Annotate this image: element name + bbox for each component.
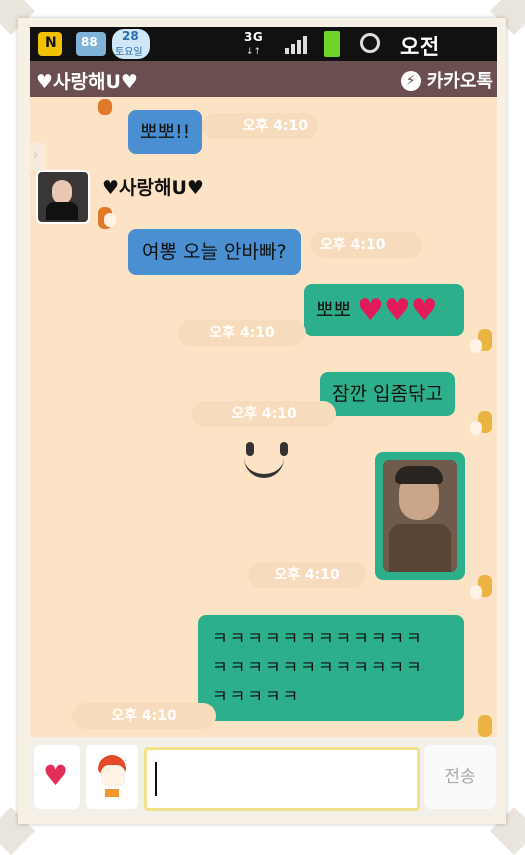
chat-room-title: ♥사랑해U♥ (36, 71, 138, 93)
my-emoticon-face (470, 585, 482, 599)
heart-emoji-icon: ♥♥♥ (357, 293, 438, 328)
my-emoticon-face (470, 421, 482, 435)
date-day: 28 (122, 29, 139, 43)
chat-area[interactable]: 뽀뽀!! 오후 4:10 › ♥사랑해U♥ 여뽕 오늘 안바빠? 오후 4:10… (30, 97, 497, 737)
message-time: 오후 4:10 (192, 401, 336, 427)
emoticon-bowtie-icon (105, 789, 119, 797)
battery-icon (324, 31, 340, 57)
message-bubble[interactable]: 뽀뽀!! (128, 110, 203, 154)
badge-88-label: 88 (81, 35, 98, 49)
message-text: 뽀뽀 (316, 299, 351, 321)
badge-88-icon: 88 (76, 32, 106, 56)
partner-emoticon-icon (98, 99, 112, 115)
side-drawer-tab[interactable]: › (30, 143, 46, 171)
emoticon-button[interactable] (86, 745, 138, 809)
status-bar: N 88 28 토요일 3G ↓↑ 오전 10:51 (30, 27, 497, 85)
alarm-clock-icon (360, 33, 380, 53)
heart-icon: ♥ (43, 759, 69, 792)
calendar-date-icon: 28 토요일 (112, 29, 150, 59)
message-bubble[interactable]: 뽀뽀 ♥♥♥ (304, 284, 464, 336)
message-bubble[interactable]: 여뽕 오늘 안바빠? (128, 229, 301, 275)
photo-message-bubble[interactable] (375, 452, 465, 580)
data-arrows-icon: ↓↑ (246, 47, 262, 57)
heart-button[interactable]: ♥ (34, 745, 80, 809)
message-bubble[interactable]: ㅋㅋㅋㅋㅋㅋㅋㅋㅋㅋㅋㅋ ㅋㅋㅋㅋㅋㅋㅋㅋㅋㅋㅋㅋ ㅋㅋㅋㅋㅋ (198, 615, 464, 721)
brand-label: 카카오톡 (426, 71, 493, 92)
network-type: 3G (244, 30, 264, 44)
kakaotalk-brand[interactable]: ⚡ 카카오톡 (400, 67, 493, 93)
send-label: 전송 (444, 767, 476, 787)
message-text: 뽀뽀!! (140, 121, 191, 143)
message-bubble[interactable]: 잠깐 입좀닦고 (320, 372, 455, 416)
smiley-face-icon (242, 442, 292, 482)
message-time: 오후 4:10 (178, 320, 306, 346)
message-input[interactable] (144, 747, 420, 811)
my-emoticon-face (470, 339, 482, 353)
message-time: 오후 4:10 (248, 562, 366, 588)
shared-photo[interactable] (383, 460, 457, 572)
message-time: 오후 4:10 (202, 113, 318, 139)
message-text-line: ㅋㅋㅋㅋㅋㅋㅋㅋㅋㅋㅋㅋ (212, 629, 424, 649)
message-text: 여뽕 오늘 안바빠? (142, 241, 287, 263)
emoticon-face-icon (101, 765, 125, 787)
text-caret (155, 762, 157, 796)
chevron-right-icon: › (33, 148, 39, 163)
signal-strength-icon (285, 34, 309, 54)
message-input-bar: ♥ 전송 (30, 737, 497, 817)
message-text-line: ㅋㅋㅋㅋㅋ (212, 687, 301, 707)
message-text-line: ㅋㅋㅋㅋㅋㅋㅋㅋㅋㅋㅋㅋ (212, 658, 424, 678)
date-weekday: 토요일 (115, 47, 143, 58)
chat-title-bar: ♥사랑해U♥ ⚡ 카카오톡 (30, 61, 497, 97)
partner-emoticon-face (104, 213, 116, 227)
sender-name: ♥사랑해U♥ (102, 177, 204, 199)
my-emoticon-icon (478, 715, 492, 737)
message-time: 오후 4:10 (310, 232, 422, 258)
notification-app-icon: N (38, 32, 62, 56)
partner-avatar[interactable] (36, 170, 90, 224)
lightning-icon: ⚡ (400, 71, 421, 91)
message-time: 오후 4:10 (72, 703, 216, 729)
message-text: 잠깐 입좀닦고 (332, 383, 443, 405)
send-button[interactable]: 전송 (424, 745, 496, 809)
